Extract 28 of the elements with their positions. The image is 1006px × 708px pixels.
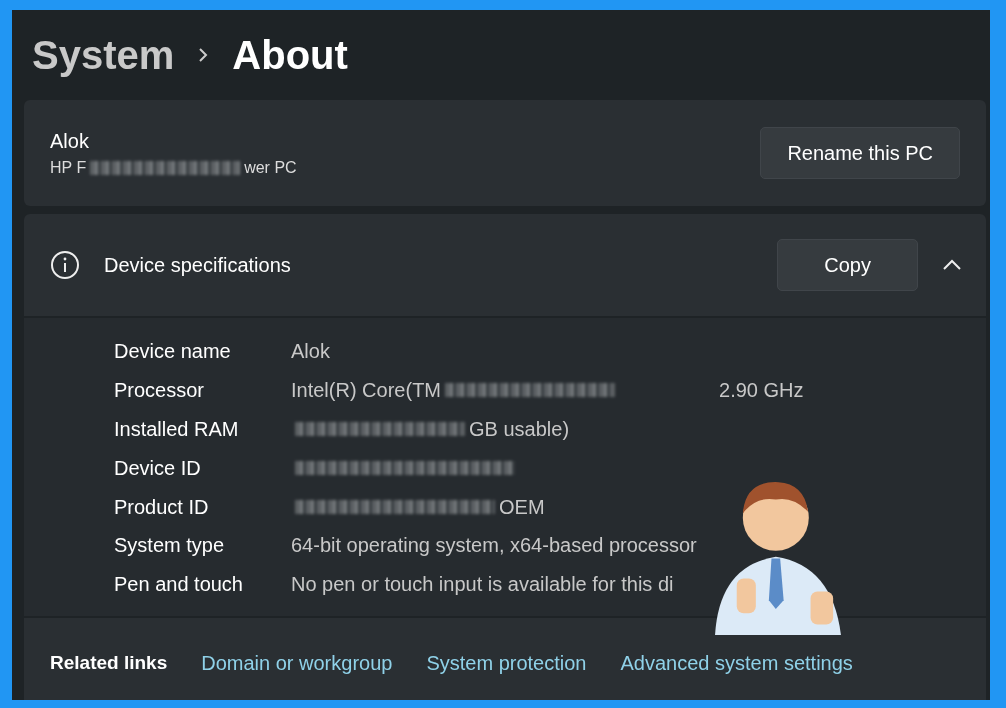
spec-label: Device ID xyxy=(114,455,202,481)
value-text: 64-bit operating system, x64-based processor xyxy=(291,533,697,559)
related-link[interactable]: Domain or workgroup xyxy=(201,648,393,678)
spec-label: Product ID xyxy=(114,494,210,520)
value-text: 2.90 GHz xyxy=(719,378,804,404)
info-icon xyxy=(50,250,80,280)
rename-button[interactable]: Rename this PC xyxy=(760,127,960,179)
related-link[interactable]: Advanced system settings xyxy=(620,648,853,678)
page-title: About xyxy=(232,32,348,79)
value-text: HP F xyxy=(50,158,87,178)
chevron-icon[interactable] xyxy=(942,259,962,271)
spec-label: Installed RAM xyxy=(114,417,240,442)
value-text: GB usable) xyxy=(469,417,570,442)
spec-label: Device name xyxy=(114,339,232,365)
copy-button[interactable]: Copy xyxy=(777,239,918,291)
value-text: Alok xyxy=(291,339,330,365)
breadcrumb-link[interactable]: System xyxy=(32,25,175,85)
spec-label: Processor xyxy=(114,378,206,404)
related-links-label: Related links xyxy=(50,650,168,675)
value-text: OEM xyxy=(499,494,545,520)
related-link[interactable]: System protection xyxy=(426,648,587,678)
spec-label: System type xyxy=(114,533,226,559)
value-text: wer PC xyxy=(244,158,297,178)
value-text: No pen or touch input is available for this di xyxy=(291,572,674,598)
value-text: Intel(R) Core(TM xyxy=(291,378,441,404)
pc-name: Alok xyxy=(50,129,90,154)
spec-label: Pen and touch xyxy=(114,572,244,598)
section-title: Device specifications xyxy=(104,253,292,278)
